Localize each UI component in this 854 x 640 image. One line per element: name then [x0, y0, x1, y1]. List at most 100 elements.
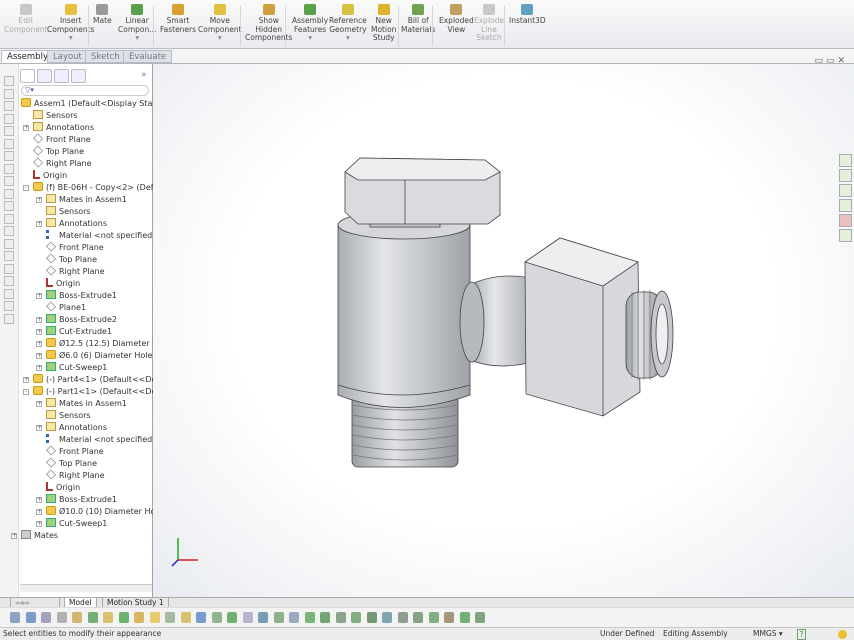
display-manager-tab-icon[interactable] — [71, 69, 86, 83]
collapse-icon[interactable]: - — [23, 389, 29, 395]
custom-properties-icon[interactable] — [839, 229, 852, 242]
dropdown-arrow-icon[interactable]: ▾ — [292, 33, 328, 43]
tree-horizontal-scrollbar[interactable] — [20, 584, 152, 592]
toolbar-tool-icon[interactable] — [304, 612, 315, 623]
toolbar-tool-icon[interactable] — [397, 612, 408, 623]
toolbar-tool-icon[interactable] — [118, 612, 129, 623]
tree-item[interactable]: Right Plane — [45, 265, 105, 278]
expand-icon[interactable]: + — [36, 425, 42, 431]
tree-item[interactable]: Top Plane — [45, 253, 97, 266]
expand-icon[interactable]: + — [36, 365, 42, 371]
tree-item[interactable]: Right Plane — [45, 469, 105, 482]
expand-icon[interactable]: + — [36, 197, 42, 203]
expand-icon[interactable]: + — [36, 521, 42, 527]
tree-item[interactable]: Material <not specified> — [46, 230, 159, 242]
ribbon-button-linear-compon-[interactable]: Linear Compon... ▾ — [118, 4, 156, 43]
sketch-tool-icon[interactable] — [4, 138, 14, 149]
property-manager-tab-icon[interactable] — [37, 69, 52, 83]
ribbon-button-reference-geometry[interactable]: Reference Geometry ▾ — [329, 4, 367, 43]
ribbon-button-exploded-view[interactable]: Exploded View — [439, 4, 474, 34]
tree-item[interactable]: + Mates in Assem1 — [36, 398, 127, 410]
sketch-tool-icon[interactable] — [4, 88, 14, 99]
tree-item[interactable]: Origin — [46, 482, 80, 494]
toolbar-tool-icon[interactable] — [41, 612, 51, 623]
sketch-tool-icon[interactable] — [4, 213, 14, 224]
expand-icon[interactable]: + — [36, 293, 42, 299]
toolbar-tool-icon[interactable] — [320, 612, 330, 623]
toolbar-tool-icon[interactable] — [413, 612, 423, 623]
sketch-tool-icon[interactable] — [4, 101, 14, 111]
expand-icon[interactable]: + — [11, 533, 17, 539]
sketch-tool-icon[interactable] — [4, 151, 14, 161]
expand-icon[interactable]: + — [36, 353, 42, 359]
toolbar-tool-icon[interactable] — [25, 612, 36, 623]
tree-item[interactable]: + Annotations — [36, 422, 107, 434]
expand-icon[interactable]: + — [36, 341, 42, 347]
appearances-icon[interactable] — [839, 214, 852, 227]
sketch-tool-icon[interactable] — [4, 76, 14, 86]
sketch-tool-icon[interactable] — [4, 176, 14, 186]
sketch-tool-icon[interactable] — [4, 188, 14, 199]
tree-item[interactable]: + Cut-Sweep1 — [36, 362, 107, 374]
sketch-tool-icon[interactable] — [4, 288, 14, 299]
sketch-tool-icon[interactable] — [4, 238, 14, 249]
collapse-icon[interactable]: - — [23, 185, 29, 191]
tree-item[interactable]: + Annotations — [36, 218, 107, 230]
feature-manager-tab-icon[interactable] — [20, 69, 35, 83]
tree-item[interactable]: Origin — [33, 170, 67, 182]
toolbar-tool-icon[interactable] — [134, 612, 144, 623]
ribbon-button-move-component[interactable]: Move Component ▾ — [198, 4, 242, 43]
tree-item[interactable]: Front Plane — [32, 133, 91, 146]
expand-panel-icon[interactable]: » — [141, 70, 147, 80]
toolbar-tool-icon[interactable] — [227, 612, 237, 623]
ribbon-button-mate[interactable]: Mate — [93, 4, 112, 26]
tab-layout[interactable]: Layout — [47, 50, 88, 63]
tree-item[interactable]: Sensors — [46, 206, 91, 218]
toolbar-tool-icon[interactable] — [351, 612, 361, 623]
design-library-icon[interactable] — [839, 169, 852, 182]
assembly-model[interactable] — [153, 64, 854, 597]
sketch-tool-icon[interactable] — [4, 163, 14, 174]
sketch-tool-icon[interactable] — [4, 126, 14, 136]
sketch-tool-icon[interactable] — [4, 263, 14, 274]
toolbar-tool-icon[interactable] — [10, 612, 20, 623]
toolbar-tool-icon[interactable] — [72, 612, 82, 623]
toolbar-tool-icon[interactable] — [335, 612, 346, 623]
sketch-tool-icon[interactable] — [4, 226, 14, 236]
tree-item[interactable]: Right Plane — [32, 157, 92, 170]
ribbon-button-new-motion-study[interactable]: New Motion Study — [371, 4, 396, 43]
ribbon-button-smart-fasteners[interactable]: Smart Fasteners — [160, 4, 196, 34]
tab-evaluate[interactable]: Evaluate — [123, 50, 173, 63]
toolbar-tool-icon[interactable] — [56, 612, 67, 623]
tree-item[interactable]: + (-) Part4<1> (Default<<Defau — [23, 374, 169, 386]
view-palette-icon[interactable] — [839, 199, 852, 212]
ribbon-button-bill-of-materials[interactable]: Bill of Materials — [401, 4, 435, 34]
ribbon-button-assembly-features[interactable]: Assembly Features ▾ — [292, 4, 328, 43]
tree-item[interactable]: - (-) Part1<1> (Default<<Defau — [23, 386, 169, 398]
toolbar-tool-icon[interactable] — [87, 612, 98, 623]
dropdown-arrow-icon[interactable]: ▾ — [329, 33, 367, 43]
tree-item[interactable]: + Boss-Extrude1 — [36, 290, 117, 302]
sketch-tool-icon[interactable] — [4, 113, 14, 124]
toolbar-tool-icon[interactable] — [258, 612, 268, 623]
expand-icon[interactable]: + — [23, 125, 29, 131]
toolbar-tool-icon[interactable] — [273, 612, 284, 623]
configuration-manager-tab-icon[interactable] — [54, 69, 69, 83]
tree-item[interactable]: + Ø6.0 (6) Diameter Hole1 — [36, 350, 157, 362]
sketch-tool-icon[interactable] — [4, 301, 14, 311]
toolbar-tool-icon[interactable] — [196, 612, 206, 623]
window-controls[interactable]: ▭▭✕ — [814, 56, 848, 66]
toolbar-tool-icon[interactable] — [459, 612, 470, 623]
tree-item[interactable]: Assem1 (Default<Display State-1 — [21, 98, 168, 110]
toolbar-tool-icon[interactable] — [211, 612, 222, 623]
toolbar-tool-icon[interactable] — [428, 612, 439, 623]
toolbar-tool-icon[interactable] — [382, 612, 392, 623]
tree-item[interactable]: + Cut-Sweep1 — [36, 518, 107, 530]
sketch-tool-icon[interactable] — [4, 201, 14, 211]
tree-item[interactable]: Origin — [46, 278, 80, 290]
toolbar-tool-icon[interactable] — [289, 612, 299, 623]
tree-item[interactable]: + Mates — [11, 530, 58, 542]
help-icon[interactable]: ? — [797, 629, 806, 640]
resources-icon[interactable] — [839, 154, 852, 167]
tree-item[interactable]: Plane1 — [45, 301, 86, 314]
